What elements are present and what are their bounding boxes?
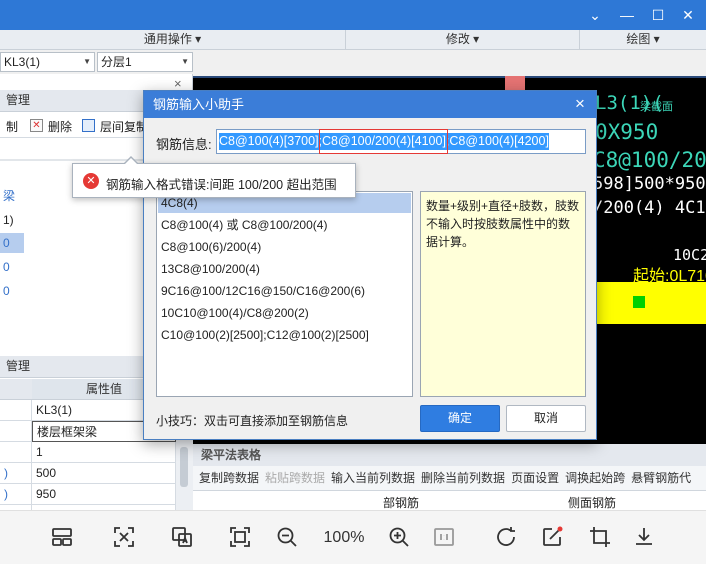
member-select-value: KL3(1) [4, 55, 41, 69]
zoom-out-icon[interactable] [271, 521, 303, 553]
cad-stirrup: C8@100/200(4 [593, 148, 706, 172]
column-header: 部钢筋 [383, 496, 420, 510]
rebar-info-label: 钢筋信息: [156, 137, 212, 152]
row-key: ) [0, 484, 32, 505]
menu-group-label: 通用操作 [143, 32, 192, 46]
chevron-down-icon: ▼ [83, 57, 91, 66]
menu-group-draw[interactable]: 绘图 ▾ [580, 30, 706, 49]
crop-fit-icon[interactable] [224, 521, 256, 553]
menu-group-label: 绘图 [626, 32, 651, 46]
fit-icon[interactable] [108, 521, 140, 553]
cantilever-button[interactable]: 悬臂钢筋代 [631, 466, 691, 490]
row-key [0, 400, 32, 421]
tip-text: 小技巧：双击可直接添加至钢筋信息 [156, 414, 349, 428]
rebar-info-value: C8@100(4)[3700];C8@100/200(4)[4100];C8@1… [219, 133, 549, 150]
menu-group-general[interactable]: 通用操作 ▾ [0, 30, 346, 49]
row-key [0, 442, 32, 463]
ok-button[interactable]: 确定 [420, 405, 500, 432]
scrollbar-thumb[interactable] [180, 447, 188, 487]
edit-icon[interactable] [536, 521, 568, 553]
cad-rebar-info: /200(4) 4C12; [593, 198, 706, 218]
beam-table-header: 部钢筋 侧面钢筋 [193, 490, 706, 510]
list-item[interactable]: 13C8@100/200(4) [158, 259, 411, 279]
dialog-title: 钢筋输入小助手 [144, 91, 596, 118]
tree-item[interactable]: 0 [0, 281, 20, 301]
floor-copy-button[interactable]: 层间复制 [100, 118, 148, 135]
column-header: 侧面钢筋 [568, 496, 617, 510]
cad-span-info: 598]500*950 [593, 174, 706, 194]
beam-table-toolbar: 复制跨数据 粘贴跨数据 输入当前列数据 删除当前列数据 页面设置 调换起始跨 悬臂钢筋代 [193, 466, 706, 490]
close-icon[interactable]: × [570, 91, 590, 118]
paste-span-button[interactable]: 粘贴跨数据 [265, 466, 325, 490]
example-list[interactable]: 4C8(4) C8@100(4) 或 C8@100/200(4) C8@100(… [156, 191, 413, 397]
canvas-edge [193, 76, 706, 78]
page-setup-button[interactable]: 页面设置 [511, 466, 559, 490]
row-value[interactable]: 950 [32, 484, 176, 505]
app-window: ⌄ — ☐ ✕ 通用操作 ▾ 修改 ▾ 绘图 ▾ KL3(1) ▼ 分层1 ▼ × … [0, 0, 706, 564]
list-item[interactable]: 10C10@100(4)/C8@200(2) [158, 303, 411, 323]
actual-size-icon[interactable] [428, 521, 460, 553]
translate-icon[interactable] [166, 521, 198, 553]
window-titlebar: ⌄ — ☐ ✕ [0, 0, 706, 30]
maximize-button[interactable]: ☐ [643, 0, 673, 30]
crop-icon[interactable] [584, 521, 616, 553]
tree-item[interactable]: 梁 [0, 186, 20, 206]
swap-span-button[interactable]: 调换起始跨 [565, 466, 625, 490]
tree-item-selected[interactable]: 0 [0, 233, 24, 253]
list-item[interactable]: C8@100(6)/200(4) [158, 237, 411, 257]
member-select[interactable]: KL3(1) ▼ [0, 52, 95, 72]
format-hint: 数量+级别+直径+肢数，肢数不输入时按肢数属性中的数据计算。 [420, 191, 586, 397]
cad-small-label: 梁截面 [640, 101, 673, 113]
row-value[interactable]: 500 [32, 463, 176, 484]
floor-select[interactable]: 分层1 ▼ [97, 52, 193, 72]
tooltip-arrow-fill [124, 158, 138, 165]
delete-icon: ✕ [30, 119, 43, 132]
row-key: ) [0, 463, 32, 484]
row-value[interactable]: 1 [32, 442, 176, 463]
close-icon[interactable]: × [174, 76, 182, 91]
error-message: 钢筋输入格式错误:间距 100/200 超出范围 [106, 178, 337, 192]
cancel-button[interactable]: 取消 [506, 405, 586, 432]
cad-section: 0X950 [595, 120, 659, 144]
tool-draw[interactable]: 制 [6, 118, 18, 135]
rebar-info-input[interactable]: C8@100(4)[3700];C8@100/200(4)[4100];C8@1… [216, 129, 586, 154]
zoom-level: 100% [323, 529, 365, 546]
canvas-marker [505, 76, 525, 90]
menu-group-modify[interactable]: 修改 ▾ [346, 30, 580, 49]
list-item[interactable]: C10@100(2)[2500];C12@100(2)[2500] [158, 325, 411, 345]
rebar-input-dialog: 钢筋输入小助手 × 钢筋信息: C8@100(4)[3700];C8@100/2… [143, 90, 597, 440]
copy-icon [82, 119, 95, 132]
table-row[interactable]: ) 950 [0, 484, 176, 505]
table-corner [0, 379, 32, 400]
image-viewer-toolbar: 100% [0, 510, 706, 564]
grip-point[interactable] [633, 296, 645, 308]
floor-select-value: 分层1 [101, 55, 132, 69]
layout-icon[interactable] [46, 521, 78, 553]
collapse-icon[interactable]: ⌄ [580, 0, 610, 30]
close-button[interactable]: ✕ [673, 0, 703, 30]
menu-group-label: 修改 [445, 32, 470, 46]
tree-item[interactable]: 1) [0, 210, 20, 230]
minimize-button[interactable]: — [612, 0, 642, 30]
error-tooltip: ✕ 钢筋输入格式错误:间距 100/200 超出范围 [72, 156, 356, 198]
table-row[interactable]: 1 [0, 442, 176, 463]
chevron-down-icon: ▼ [181, 57, 189, 66]
delete-column-button[interactable]: 删除当前列数据 [421, 466, 505, 490]
beam-shape[interactable] [593, 282, 706, 324]
download-icon[interactable] [628, 521, 660, 553]
tree-item[interactable]: 0 [0, 257, 20, 277]
beam-table-title: 梁平法表格 [193, 444, 706, 466]
copy-span-button[interactable]: 复制跨数据 [199, 466, 259, 490]
rotate-icon[interactable] [490, 521, 522, 553]
list-item[interactable]: C8@100(4) 或 C8@100/200(4) [158, 215, 411, 235]
list-item[interactable]: 9C16@100/12C16@150/C16@200(6) [158, 281, 411, 301]
zoom-in-icon[interactable] [383, 521, 415, 553]
input-column-button[interactable]: 输入当前列数据 [331, 466, 415, 490]
ribbon-group-bar: 通用操作 ▾ 修改 ▾ 绘图 ▾ [0, 30, 706, 50]
delete-button[interactable]: 删除 [48, 118, 72, 135]
row-key [0, 421, 32, 442]
error-icon: ✕ [83, 173, 99, 189]
table-row[interactable]: ) 500 [0, 463, 176, 484]
